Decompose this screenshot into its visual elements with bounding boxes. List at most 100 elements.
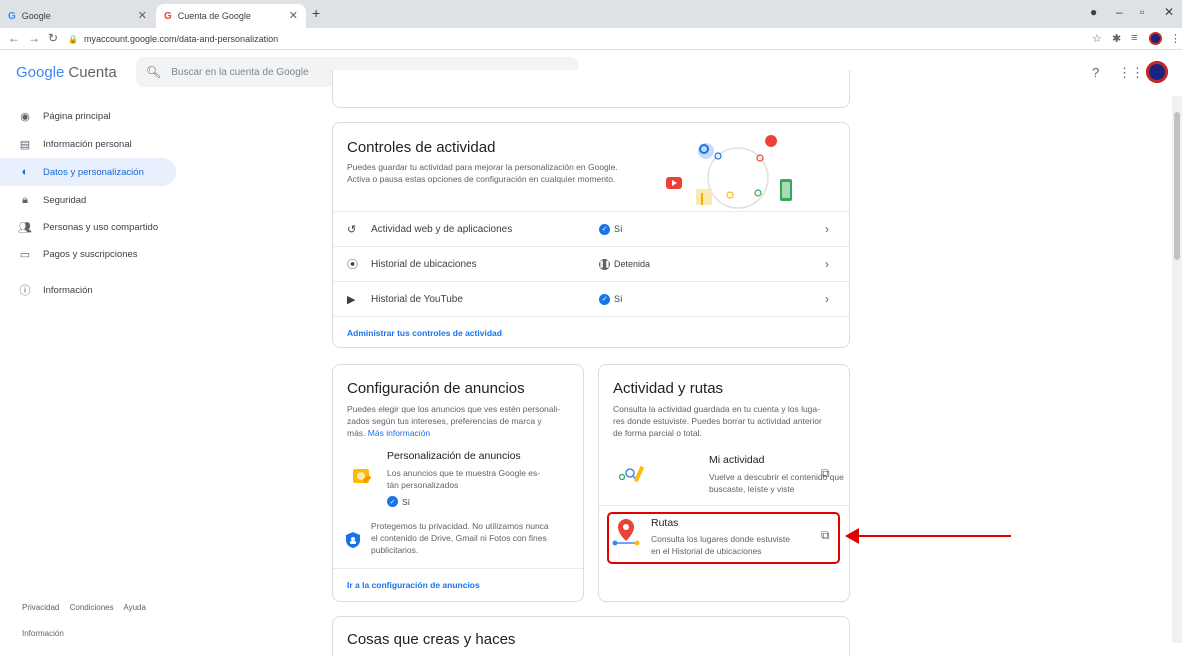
previous-card-bottom <box>332 70 850 108</box>
activity-routes-desc-3: de forma parcial o total. <box>613 428 702 438</box>
url-field[interactable]: 🔒 myaccount.google.com/data-and-personal… <box>68 30 1068 48</box>
activity-controls-title: Controles de actividad <box>347 139 496 156</box>
manage-activity-controls-link[interactable]: Administrar tus controles de actividad <box>347 328 502 338</box>
status-text: Sí <box>402 496 411 507</box>
ads-privacy-3: publicitarios. <box>371 545 419 555</box>
my-activity-icon <box>618 465 645 483</box>
shield-icon <box>346 532 360 548</box>
browser-tab-bar: G Google ✕ G Cuenta de Google ✕ + ● – ▫ … <box>0 0 1182 28</box>
tab-google[interactable]: G Google ✕ <box>0 4 155 28</box>
chevron-right-icon: › <box>825 292 829 306</box>
status-badge: ✓ Sí <box>599 223 623 235</box>
reload-icon[interactable]: ↻ <box>48 31 58 45</box>
close-tab-icon[interactable]: ✕ <box>289 9 298 22</box>
row-label: Historial de ubicaciones <box>371 258 477 270</box>
sidebar-item-people-sharing[interactable]: 👥︎ Personas y uso compartido <box>0 213 176 241</box>
toggle-icon: ◐ <box>21 166 29 178</box>
profile-dot-icon[interactable]: ● <box>1090 5 1097 19</box>
sidebar-item-personal-info[interactable]: ▤ Información personal <box>0 130 176 158</box>
status-badge: ❚❚ Detenida <box>599 258 651 270</box>
tab-cuenta-de-google[interactable]: G Cuenta de Google ✕ <box>156 4 306 28</box>
sidebar-item-label: Página principal <box>43 110 111 122</box>
terms-link[interactable]: Condiciones <box>70 603 114 612</box>
ads-personalization-title: Personalización de anuncios <box>387 450 521 462</box>
sidebar-item-about[interactable]: ⓘ Información <box>0 276 176 304</box>
ads-status-badge: ✓ Sí <box>387 496 410 507</box>
bookmark-star-icon[interactable]: ☆ <box>1092 32 1102 45</box>
privacy-link[interactable]: Privacidad <box>22 603 59 612</box>
activity-controls-card: Controles de actividad Puedes guardar tu… <box>332 122 850 348</box>
address-bar: ← → ↻ 🔒 myaccount.google.com/data-and-pe… <box>0 28 1182 50</box>
search-input[interactable]: Buscar en la cuenta de Google <box>171 67 308 78</box>
ads-privacy-2: el contenido de Drive, Gmail ni Fotos co… <box>371 533 547 543</box>
sidebar-item-label: Personas y uso compartido <box>43 221 159 233</box>
google-account-logo[interactable]: Google Cuenta <box>16 64 117 81</box>
scrollbar-thumb[interactable] <box>1174 112 1180 260</box>
row-location-history[interactable]: ⦿ Historial de ubicaciones ❚❚ Detenida › <box>333 246 849 281</box>
status-text: Sí <box>614 294 623 304</box>
sidebar-item-label: Información personal <box>43 138 132 150</box>
profile-avatar[interactable] <box>1149 32 1162 45</box>
footer-info-link[interactable]: Información <box>22 629 64 638</box>
apps-grid-icon[interactable]: ⋮⋮ <box>1118 65 1144 81</box>
status-badge: ✓ Sí <box>599 293 623 305</box>
sidebar-item-home[interactable]: ◉ Página principal <box>0 102 176 130</box>
check-icon: ✓ <box>599 223 610 235</box>
ads-settings-card: Configuración de anuncios Puedes elegir … <box>332 364 584 602</box>
ads-title: Configuración de anuncios <box>347 380 525 397</box>
chevron-right-icon: › <box>825 222 829 236</box>
maximize-icon[interactable]: ▫ <box>1140 5 1144 19</box>
footer-links: Privacidad Condiciones Ayuda <box>22 603 154 612</box>
sidebar: ◉ Página principal ▤ Información persona… <box>0 96 185 643</box>
ads-desc-3-text: más. <box>347 428 366 438</box>
id-card-icon: ▤ <box>19 138 31 151</box>
sidebar-item-payments[interactable]: ▭ Pagos y suscripciones <box>0 240 176 268</box>
menu-dots-icon[interactable]: ⋮ <box>1170 32 1181 45</box>
ads-desc-1: Puedes elegir que los anuncios que ves e… <box>347 404 561 414</box>
close-tab-icon[interactable]: ✕ <box>138 9 147 22</box>
activity-controls-desc-2: Activa o pausa estas opciones de configu… <box>347 174 616 184</box>
row-label: Actividad web y de aplicaciones <box>371 223 513 235</box>
ads-desc-3: más. Más información <box>347 427 430 439</box>
tab-title: Cuenta de Google <box>177 11 251 21</box>
check-icon: ✓ <box>599 293 610 305</box>
things-you-create-title: Cosas que creas y haces <box>347 631 516 648</box>
youtube-icon: ▶ <box>347 293 356 306</box>
activity-illustration <box>666 135 792 209</box>
activity-routes-card: Actividad y rutas Consulta la actividad … <box>598 364 850 602</box>
row-web-app-activity[interactable]: ↺ Actividad web y de aplicaciones ✓ Sí › <box>333 211 849 246</box>
close-window-icon[interactable]: ✕ <box>1164 5 1174 19</box>
google-favicon-icon: G <box>164 10 172 22</box>
open-external-icon[interactable]: ⧉ <box>821 466 830 481</box>
people-icon: 👥︎ <box>18 221 32 234</box>
history-icon: ↺ <box>347 223 357 236</box>
more-info-link[interactable]: Más información <box>368 428 430 438</box>
logo-cuenta-text: Cuenta <box>68 64 117 81</box>
minimize-icon[interactable]: – <box>1116 5 1123 19</box>
activity-routes-title: Actividad y rutas <box>613 380 724 397</box>
activity-routes-desc-2: res donde estuviste. Puedes borrar tu ac… <box>613 416 822 426</box>
reading-list-icon[interactable]: ≡ <box>1131 32 1137 44</box>
new-tab-icon[interactable]: + <box>312 5 320 21</box>
help-link[interactable]: Ayuda <box>123 603 146 612</box>
annotation-arrow-line <box>855 535 1011 537</box>
help-icon[interactable]: ? <box>1092 65 1099 80</box>
sidebar-item-label: Pagos y suscripciones <box>43 248 138 260</box>
activity-controls-desc-1: Puedes guardar tu actividad para mejorar… <box>347 162 618 172</box>
sidebar-item-data-personalization[interactable]: ◐ Datos y personalización <box>0 158 176 186</box>
forward-icon[interactable]: → <box>28 31 40 45</box>
extensions-icon[interactable]: ✱ <box>1112 32 1121 45</box>
lock-icon: 🔒︎ <box>22 193 28 206</box>
row-youtube-history[interactable]: ▶ Historial de YouTube ✓ Sí › <box>333 281 849 316</box>
sidebar-item-security[interactable]: 🔒︎ Seguridad <box>0 186 176 214</box>
ads-personalization-icon <box>353 469 372 484</box>
account-avatar[interactable] <box>1146 61 1168 83</box>
status-text: Detenida <box>614 259 651 269</box>
ads-settings-link[interactable]: Ir a la configuración de anuncios <box>347 580 480 590</box>
google-favicon-icon: G <box>8 10 16 22</box>
lock-icon: 🔒 <box>68 34 78 44</box>
my-activity-desc-2: buscaste, leíste y viste <box>709 484 795 494</box>
back-icon[interactable]: ← <box>8 31 20 45</box>
search-icon: 🔍︎ <box>146 65 162 79</box>
check-icon: ✓ <box>387 496 398 507</box>
